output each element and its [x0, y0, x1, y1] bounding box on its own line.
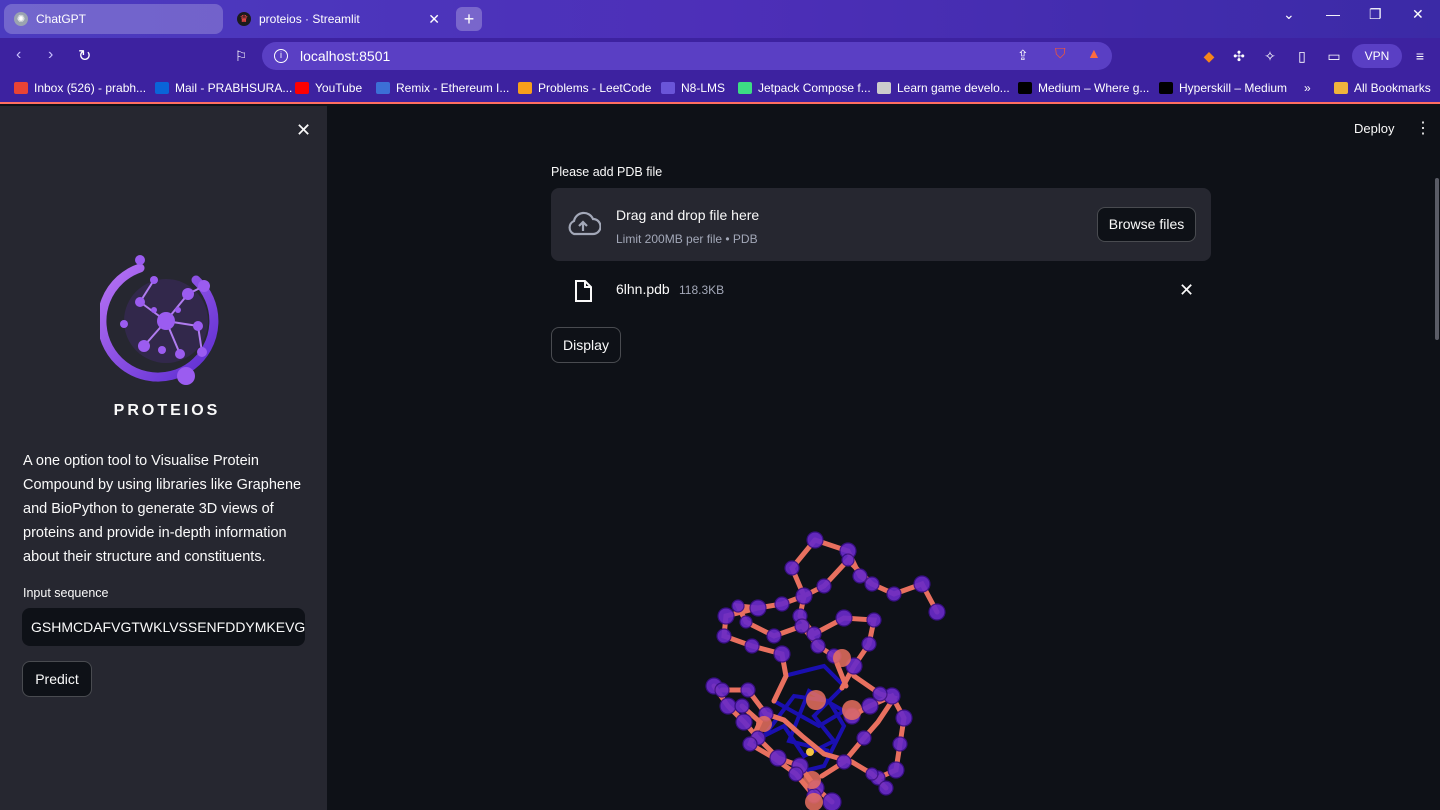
bookmark-item[interactable]: Hyperskill – Medium — [1159, 81, 1287, 95]
main-content: Deploy ⋮ Please add PDB file Drag and dr… — [327, 106, 1440, 810]
url-text: localhost:8501 — [300, 48, 391, 64]
bookmark-label: YouTube — [315, 81, 363, 95]
extensions-icon[interactable]: ✣ — [1231, 48, 1247, 64]
browser-toolbar: ‹ › ↻ ⚐ i localhost:8501 ⇪ ⛉ ▲ ◆ ✣ ✧ ▯ ▭… — [0, 38, 1440, 74]
site-info-icon[interactable]: i — [274, 49, 288, 63]
bookmark-label: Mail - PRABHSURA... — [175, 81, 293, 95]
all-bookmarks[interactable]: All Bookmarks — [1334, 81, 1431, 95]
restore-icon[interactable]: ❐ — [1369, 6, 1382, 23]
bookmarks-bar: » All Bookmarks Inbox (526) - prabh... Ma… — [0, 74, 1440, 104]
forward-icon[interactable]: › — [48, 46, 53, 64]
bookmark-favicon-icon — [518, 82, 532, 94]
display-button[interactable]: Display — [551, 327, 621, 363]
browse-files-button[interactable]: Browse files — [1097, 207, 1196, 242]
brave-rewards-icon[interactable]: ▲ — [1087, 45, 1101, 61]
brave-shield-icon[interactable]: ⛉ — [1055, 45, 1066, 62]
bookmark-label: Problems - LeetCode — [538, 81, 652, 95]
bookmark-label: N8-LMS — [681, 81, 726, 95]
bookmark-favicon-icon — [155, 82, 169, 94]
cloud-upload-icon — [568, 211, 601, 236]
uploader-label: Please add PDB file — [551, 165, 663, 179]
bookmark-item[interactable]: Problems - LeetCode — [518, 81, 651, 95]
uploaded-file-name: 6lhn.pdb — [616, 281, 670, 297]
new-tab-button[interactable]: + — [456, 7, 482, 31]
bookmark-item[interactable]: Jetpack Compose f... — [738, 81, 871, 95]
protein-highlight-atoms — [756, 649, 862, 810]
bookmark-label: Remix - Ethereum I... — [396, 81, 510, 95]
dropzone-subtitle: Limit 200MB per file • PDB — [616, 232, 758, 246]
tab-label: ChatGPT — [36, 12, 87, 26]
logo-wordmark: PROTEIOS — [113, 402, 221, 419]
bookmark-label: Inbox (526) - prabh... — [34, 81, 147, 95]
tab-search-icon[interactable]: ⌄ — [1283, 6, 1295, 23]
dropzone-title: Drag and drop file here — [616, 207, 760, 223]
file-icon — [575, 280, 592, 302]
uploaded-file-size: 118.3KB — [679, 283, 725, 297]
close-sidebar-icon[interactable]: ✕ — [296, 120, 311, 141]
bookmarks-overflow[interactable]: » — [1304, 81, 1311, 95]
bookmark-item[interactable]: YouTube — [295, 81, 362, 95]
deploy-button[interactable]: Deploy — [1354, 121, 1394, 136]
protein-3d-viewer[interactable] — [704, 526, 954, 810]
streamlit-icon: ♛ — [237, 12, 251, 26]
sequence-input[interactable]: GSHMCDAFVGTWKLVSSENFDDYMKEVGVGF/ — [22, 608, 305, 646]
remove-file-icon[interactable]: ✕ — [1179, 280, 1194, 301]
bookmark-favicon-icon — [661, 82, 675, 94]
bookmark-label: Jetpack Compose f... — [758, 81, 871, 95]
bookmark-favicon-icon — [1159, 82, 1173, 94]
share-icon[interactable]: ⇪ — [1017, 47, 1029, 64]
more-menu-icon[interactable]: ⋮ — [1415, 118, 1431, 138]
bookmark-favicon-icon — [295, 82, 309, 94]
tab-proteios[interactable]: ♛ proteios · Streamlit ✕ — [227, 4, 450, 34]
bookmark-item[interactable]: Remix - Ethereum I... — [376, 81, 509, 95]
bookmark-favicon-icon — [1018, 82, 1032, 94]
bookmark-favicon-icon — [738, 82, 752, 94]
leo-icon[interactable]: ✧ — [1262, 48, 1278, 64]
back-icon[interactable]: ‹ — [16, 46, 21, 64]
browser-tab-bar: ✺ ChatGPT ♛ proteios · Streamlit ✕ + ⌄ —… — [0, 0, 1440, 38]
bookmark-item[interactable]: Mail - PRABHSURA... — [155, 81, 292, 95]
address-bar[interactable]: i localhost:8501 ⇪ ⛉ ▲ — [262, 42, 1112, 70]
predict-button[interactable]: Predict — [22, 661, 92, 697]
all-bookmarks-label: All Bookmarks — [1354, 81, 1431, 95]
folder-icon — [1334, 82, 1348, 94]
menu-icon[interactable]: ≡ — [1412, 48, 1428, 64]
bookmark-label: Medium – Where g... — [1038, 81, 1150, 95]
proteios-logo — [100, 255, 219, 385]
bookmark-item[interactable]: Learn game develo... — [877, 81, 1010, 95]
close-window-icon[interactable]: ✕ — [1412, 6, 1424, 23]
vpn-button[interactable]: VPN — [1352, 44, 1402, 68]
bookmark-favicon-icon — [376, 82, 390, 94]
page-scrollbar[interactable] — [1435, 178, 1439, 340]
protein-hetero-atom — [806, 748, 814, 756]
metamask-icon[interactable]: ◆ — [1201, 48, 1217, 64]
reload-icon[interactable]: ↻ — [78, 46, 91, 66]
app-description: A one option tool to Visualise Protein C… — [23, 453, 302, 565]
close-tab-icon[interactable]: ✕ — [428, 11, 440, 28]
input-sequence-label: Input sequence — [23, 586, 109, 600]
minimize-icon[interactable]: — — [1326, 6, 1340, 22]
tab-label: proteios · Streamlit — [259, 12, 360, 26]
tab-chatgpt[interactable]: ✺ ChatGPT — [4, 4, 223, 34]
bookmark-icon[interactable]: ⚐ — [233, 48, 249, 64]
bookmark-item[interactable]: N8-LMS — [661, 81, 725, 95]
bookmark-favicon-icon — [14, 82, 28, 94]
bookmark-favicon-icon — [877, 82, 891, 94]
bookmark-label: Hyperskill – Medium — [1179, 81, 1288, 95]
vpn-label: VPN — [1364, 49, 1390, 63]
bookmark-label: Learn game develo... — [897, 81, 1010, 95]
protein-atoms — [705, 531, 946, 810]
bookmark-item[interactable]: Medium – Where g... — [1018, 81, 1149, 95]
sidebar-toggle-icon[interactable]: ▯ — [1294, 48, 1310, 64]
wallet-icon[interactable]: ▭ — [1326, 48, 1342, 64]
bookmark-item[interactable]: Inbox (526) - prabh... — [14, 81, 146, 95]
file-dropzone[interactable]: Drag and drop file here Limit 200MB per … — [551, 188, 1211, 261]
sidebar: ✕ PROTEIOS A one option tool to Visualis… — [0, 106, 327, 810]
chatgpt-icon: ✺ — [14, 12, 28, 26]
